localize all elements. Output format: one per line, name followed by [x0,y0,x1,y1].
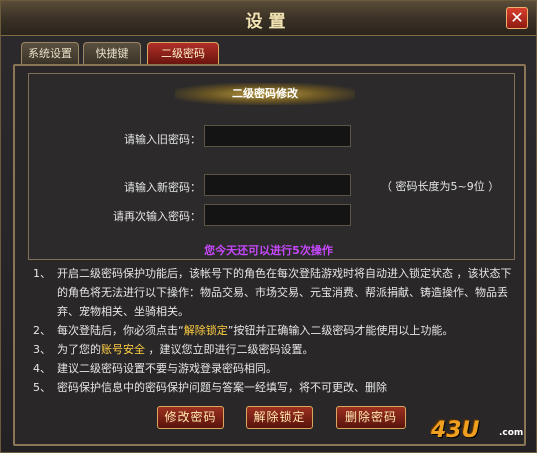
info-number: 2、 [33,324,51,337]
info-highlight: 账号安全 [101,343,145,356]
old-password-field[interactable] [204,125,351,147]
delete-password-button[interactable]: 删除密码 [336,406,406,429]
confirm-password-field[interactable] [204,204,351,226]
site-watermark-logo: 43U .com [431,418,531,448]
info-item: 5、 密码保护信息中的密码保护问题与答案一经填写，将不可更改、删除 [33,378,518,397]
info-item: 1、 开启二级密码保护功能后，该帐号下的角色在每次登陆游戏时将自动进入锁定状态 … [33,264,518,321]
info-highlight: 解除锁定 [183,324,228,337]
tab-secondary-password[interactable]: 二级密码 [147,42,219,64]
info-item: 2、 每次登陆后，你必须点击“解除锁定”按钮并正确输入二级密码才能使用以上功能。 [33,321,518,340]
info-number: 3、 [33,343,51,356]
watermark-suffix: .com [499,428,524,438]
new-password-field[interactable] [204,174,351,196]
info-number: 4、 [33,362,51,375]
confirm-password-label: 请再次输入密码： [113,210,201,223]
info-text: 每次登陆后，你必须点击“ [57,324,184,337]
info-list: 1、 开启二级密码保护功能后，该帐号下的角色在每次登陆游戏时将自动进入锁定状态 … [33,264,518,397]
info-text: ，建议您立即进行二级密码设置。 [145,343,314,356]
close-button[interactable]: ✕ [506,7,528,29]
close-icon: ✕ [510,8,524,27]
modify-password-button[interactable]: 修改密码 [157,406,224,429]
info-item: 3、 为了您的账号安全 ，建议您立即进行二级密码设置。 [33,340,518,359]
info-text: 开启二级密码保护功能后，该帐号下的角色在每次登陆游戏时将自动进入锁定状态 ，该状… [57,267,512,318]
tab-shortcuts[interactable]: 快捷键 [83,42,141,64]
watermark-text: 43U [431,418,480,443]
info-text: 为了您的 [57,343,101,356]
title-bar[interactable]: 设置 ✕ [1,1,536,36]
info-number: 5、 [33,381,51,394]
tab-system-settings[interactable]: 系统设置 [21,42,79,64]
info-text: ”按钮并正确输入二级密码才能使用以上功能。 [227,324,454,337]
window-title: 设置 [245,12,292,32]
info-text: 密码保护信息中的密码保护问题与答案一经填写，将不可更改、删除 [57,381,387,394]
new-password-label: 请输入新密码： [124,181,201,194]
info-text: 建议二级密码设置不要与游戏登录密码相同。 [57,362,277,375]
remaining-attempts-notice: 您今天还可以进行5次操作 [204,244,333,257]
password-length-hint: （ 密码长度为5~9位 ） [381,180,500,193]
info-item: 4、 建议二级密码设置不要与游戏登录密码相同。 [33,359,518,378]
unlock-button[interactable]: 解除锁定 [246,406,313,429]
settings-window: 设置 ✕ 系统设置 快捷键 二级密码 二级密码修改 请输入旧密码： 请输入新密码… [0,0,537,453]
old-password-label: 请输入旧密码： [124,133,201,146]
form-header: 二级密码修改 [175,83,355,105]
info-number: 1、 [33,267,51,280]
